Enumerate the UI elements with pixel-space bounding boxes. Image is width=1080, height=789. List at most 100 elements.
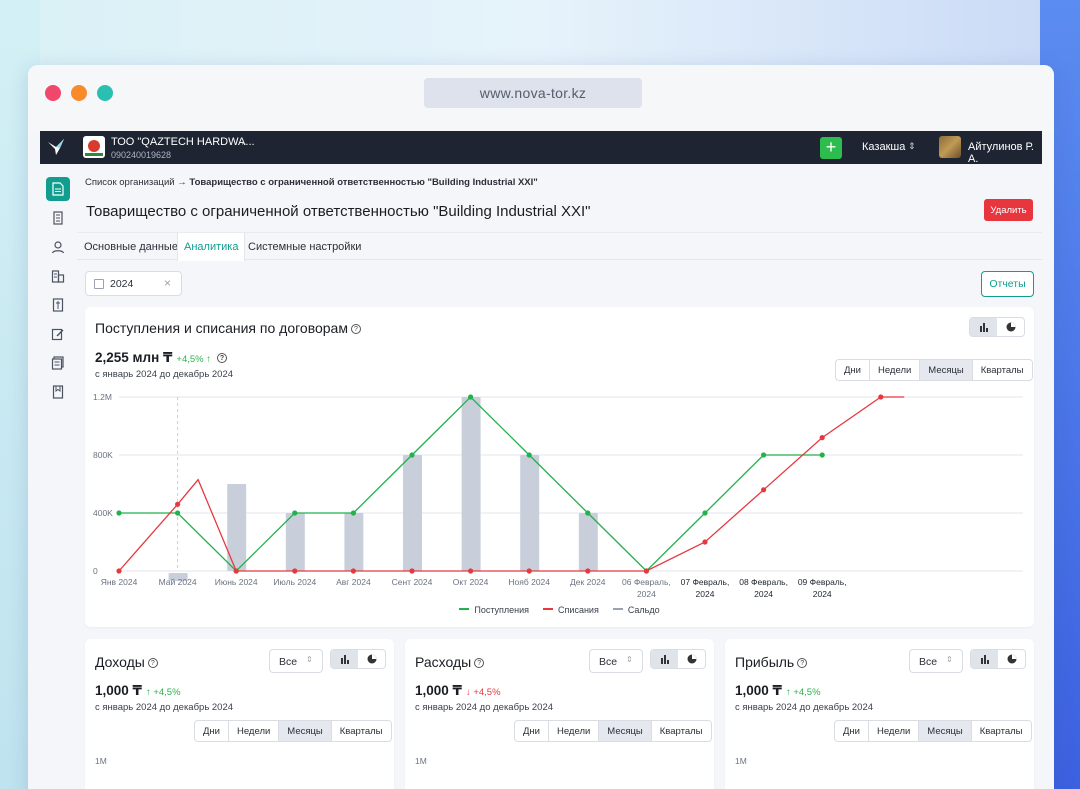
income-delta: ↑ +4,5% [146,687,181,698]
bar-chart-icon[interactable] [970,318,997,336]
period-quarters[interactable]: Кварталы [971,360,1032,380]
sidebar-item-contracts[interactable] [46,293,70,317]
add-button[interactable]: + [820,137,842,159]
balance-bar [344,513,364,571]
language-select[interactable]: Казакша [862,141,905,153]
legend-balance-label: Сальдо [627,605,660,615]
browser-window: www.nova-tor.kz ТОО "QAZTECH HARDWA... 0… [28,65,1054,789]
org-switch-icon[interactable]: ⌃ [240,141,248,152]
sidebar-item-buildings[interactable] [46,264,70,288]
expenses-period-weeks[interactable]: Недели [548,721,598,741]
sidebar-item-users[interactable] [46,235,70,259]
expenses-pie-icon[interactable] [678,650,705,668]
expenses-period-days[interactable]: Дни [515,721,548,741]
expenses-bar-icon[interactable] [651,650,678,668]
writeoffs-point [643,568,650,574]
income-help-icon[interactable]: ? [147,658,158,668]
chart-period: с январь 2024 до декабрь 2024 [95,369,234,380]
income-point [585,510,591,516]
sidebar-item-documents[interactable] [46,177,70,201]
sidebar-item-book[interactable] [46,380,70,404]
sidebar-item-edit[interactable] [46,322,70,346]
year-picker[interactable]: 2024 × [85,271,182,296]
address-bar[interactable]: www.nova-tor.kz [424,78,642,108]
profit-pie-icon[interactable] [998,650,1025,668]
expenses-period-months[interactable]: Месяцы [598,721,651,741]
x-tick-label: 09 Февраль, [798,577,847,587]
profit-help-icon[interactable]: ? [797,658,808,668]
language-caret-icon[interactable]: ⇕ [908,141,916,152]
x-tick-label: Июль 2024 [273,577,316,587]
balance-bar [461,397,481,571]
browser-toolbar: www.nova-tor.kz [28,65,1054,131]
income-title: Доходы? [95,654,158,670]
writeoffs-point [702,539,708,545]
minimize-window-dot[interactable] [71,85,87,101]
balance-bar [520,455,540,571]
maximize-window-dot[interactable] [97,85,113,101]
profit-filter-value: Все [919,656,938,668]
expenses-period-quarters[interactable]: Кварталы [650,721,711,741]
app: ТОО "QAZTECH HARDWA... 090240019628 ⌃ + … [40,131,1042,789]
legend-writeoffs[interactable]: Списания [543,605,599,615]
income-period-months[interactable]: Месяцы [278,721,331,741]
income-bar-icon[interactable] [331,650,358,668]
chart-delta-value: +4,5% [176,354,204,365]
income-point [468,394,474,400]
profit-filter[interactable]: Все ⇕ [909,649,963,673]
org-name[interactable]: ТОО "QAZTECH HARDWA... [111,136,255,148]
income-period-weeks[interactable]: Недели [228,721,278,741]
user-name[interactable]: Айтулинов Р. А. [968,141,1042,165]
profit-period-days[interactable]: Дни [835,721,868,741]
x-tick-label: 08 Февраль, [739,577,788,587]
income-total-value: 1,000 ₸ [95,683,142,698]
help-icon[interactable]: ? [350,324,361,334]
period-months[interactable]: Месяцы [919,360,972,380]
period-weeks[interactable]: Недели [869,360,919,380]
clear-icon[interactable]: × [164,276,171,290]
income-pie-icon[interactable] [358,650,385,668]
tab-main-data[interactable]: Основные данные [84,233,178,261]
income-period-quarters[interactable]: Кварталы [330,721,391,741]
breadcrumb: Список организаций → Товарищество с огра… [85,177,538,188]
x-tick-label: Окт 2024 [453,577,489,587]
income-period-days[interactable]: Дни [195,721,228,741]
profit-period-months[interactable]: Месяцы [918,721,971,741]
total-help-icon[interactable]: ? [217,353,227,363]
expenses-help-icon[interactable]: ? [474,658,485,668]
legend-balance[interactable]: Сальдо [612,605,660,615]
top-bar: ТОО "QAZTECH HARDWA... 090240019628 ⌃ + … [40,131,1042,165]
profit-period-quarters[interactable]: Кварталы [970,721,1031,741]
main-line-chart: 0 400K 800K 1.2M Янв 2024 Май 2024 Июнь 2024 Ию… [93,392,1023,599]
tab-analytics[interactable]: Аналитика [177,233,246,261]
profit-period: с январь 2024 до декабрь 2024 [735,702,874,713]
tab-system-settings[interactable]: Системные настройки [248,233,361,261]
close-window-dot[interactable] [45,85,61,101]
income-point [819,452,825,458]
profit-bar-icon[interactable] [971,650,998,668]
sidebar-item-ledger[interactable] [46,206,70,230]
expenses-filter[interactable]: Все ⇕ [589,649,643,673]
delete-button[interactable]: Удалить [984,199,1033,221]
avatar[interactable] [939,136,961,158]
x-tick-label: 2024 [637,589,656,599]
chart-delta-arrow: ↑ [206,354,211,365]
income-title-text: Доходы [95,654,145,670]
legend-writeoffs-label: Списания [558,605,599,615]
breadcrumb-arrow: → [177,177,187,188]
reports-button[interactable]: Отчеты [981,271,1034,297]
pie-chart-icon[interactable] [997,318,1024,336]
income-axis-label: 1M [95,756,107,766]
period-days[interactable]: Дни [836,360,869,380]
sidebar-item-lists[interactable] [46,351,70,375]
income-filter[interactable]: Все ⇕ [269,649,323,673]
income-point [350,510,356,516]
legend-income[interactable]: Поступления [459,605,529,615]
bird-logo-icon[interactable] [47,138,67,156]
breadcrumb-parent[interactable]: Список организаций [85,177,175,188]
x-tick-label: Май 2024 [159,577,197,587]
chart-total-value: 2,255 млн ₸ [95,350,173,365]
expenses-filter-value: Все [599,656,618,668]
profit-period-weeks[interactable]: Недели [868,721,918,741]
income-point [761,452,767,458]
